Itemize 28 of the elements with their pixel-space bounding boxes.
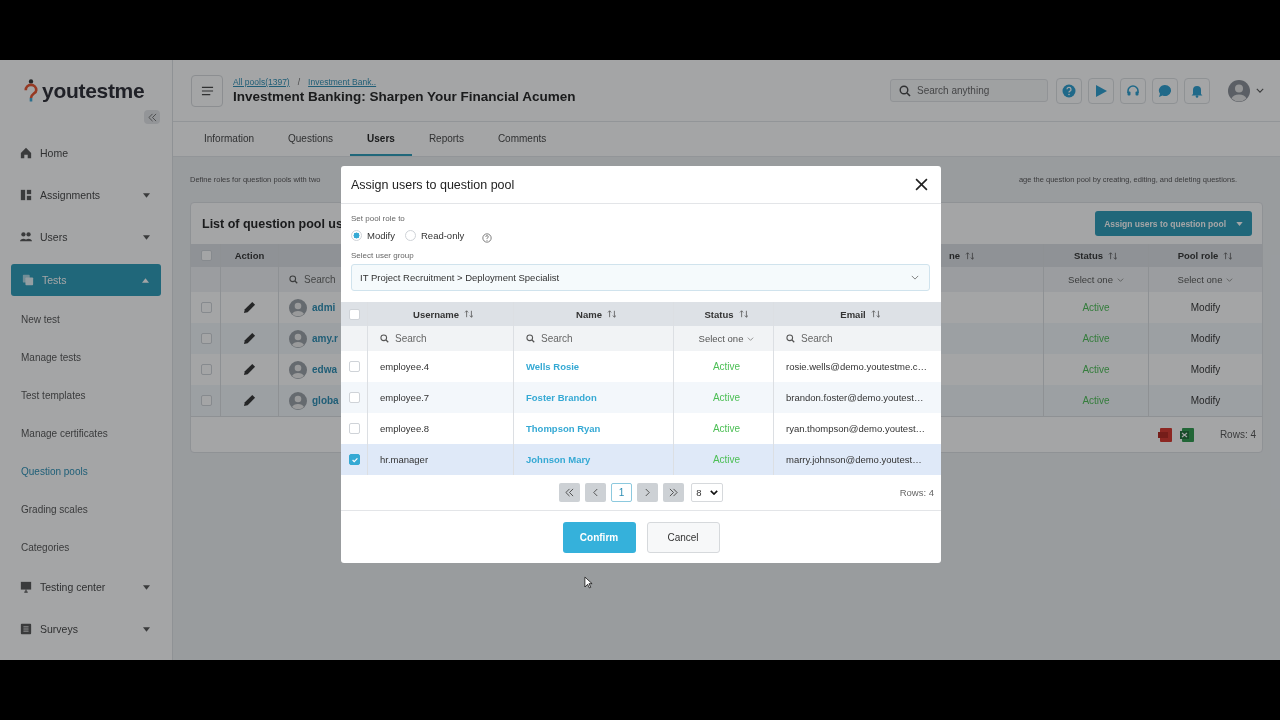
status-text: Active bbox=[1082, 333, 1110, 344]
email-cell: ryan.thompson@demo.youtest… bbox=[786, 423, 926, 434]
status-text: Active bbox=[1082, 302, 1110, 313]
username-cell: hr.manager bbox=[380, 454, 429, 465]
status-text: Active bbox=[712, 392, 741, 403]
field-label: Select user group bbox=[351, 251, 415, 260]
breadcrumb-separator: / bbox=[297, 77, 301, 87]
username-cell: employee.4 bbox=[380, 361, 430, 372]
role-text: Modify bbox=[1190, 364, 1221, 375]
status-text: Active bbox=[712, 361, 741, 372]
rows-count: Rows: 4 bbox=[899, 487, 934, 498]
field-label: Set pool role to bbox=[351, 214, 406, 223]
username-cell: employee.8 bbox=[380, 423, 430, 434]
status-text: Active bbox=[1082, 395, 1110, 406]
email-cell: marry.johnson@demo.youtest… bbox=[786, 454, 922, 465]
logo-text: youtestme bbox=[42, 79, 145, 103]
role-text: Modify bbox=[1190, 302, 1221, 313]
role-text: Modify bbox=[1190, 395, 1221, 406]
status-text: Active bbox=[1082, 364, 1110, 375]
status-text: Active bbox=[712, 423, 741, 434]
rows-count: Rows: 4 bbox=[1219, 429, 1256, 440]
username-cell: employee.7 bbox=[380, 392, 430, 403]
dialog-title: Assign users to question pool bbox=[351, 177, 515, 192]
status-text: Active bbox=[712, 454, 741, 465]
page-title: Investment Banking: Sharpen Your Financial Acumen bbox=[233, 89, 577, 104]
role-text: Modify bbox=[1190, 333, 1221, 344]
email-cell: brandon.foster@demo.youtest… bbox=[786, 392, 924, 403]
email-cell: rosie.wells@demo.youtestme.c… bbox=[786, 361, 928, 372]
